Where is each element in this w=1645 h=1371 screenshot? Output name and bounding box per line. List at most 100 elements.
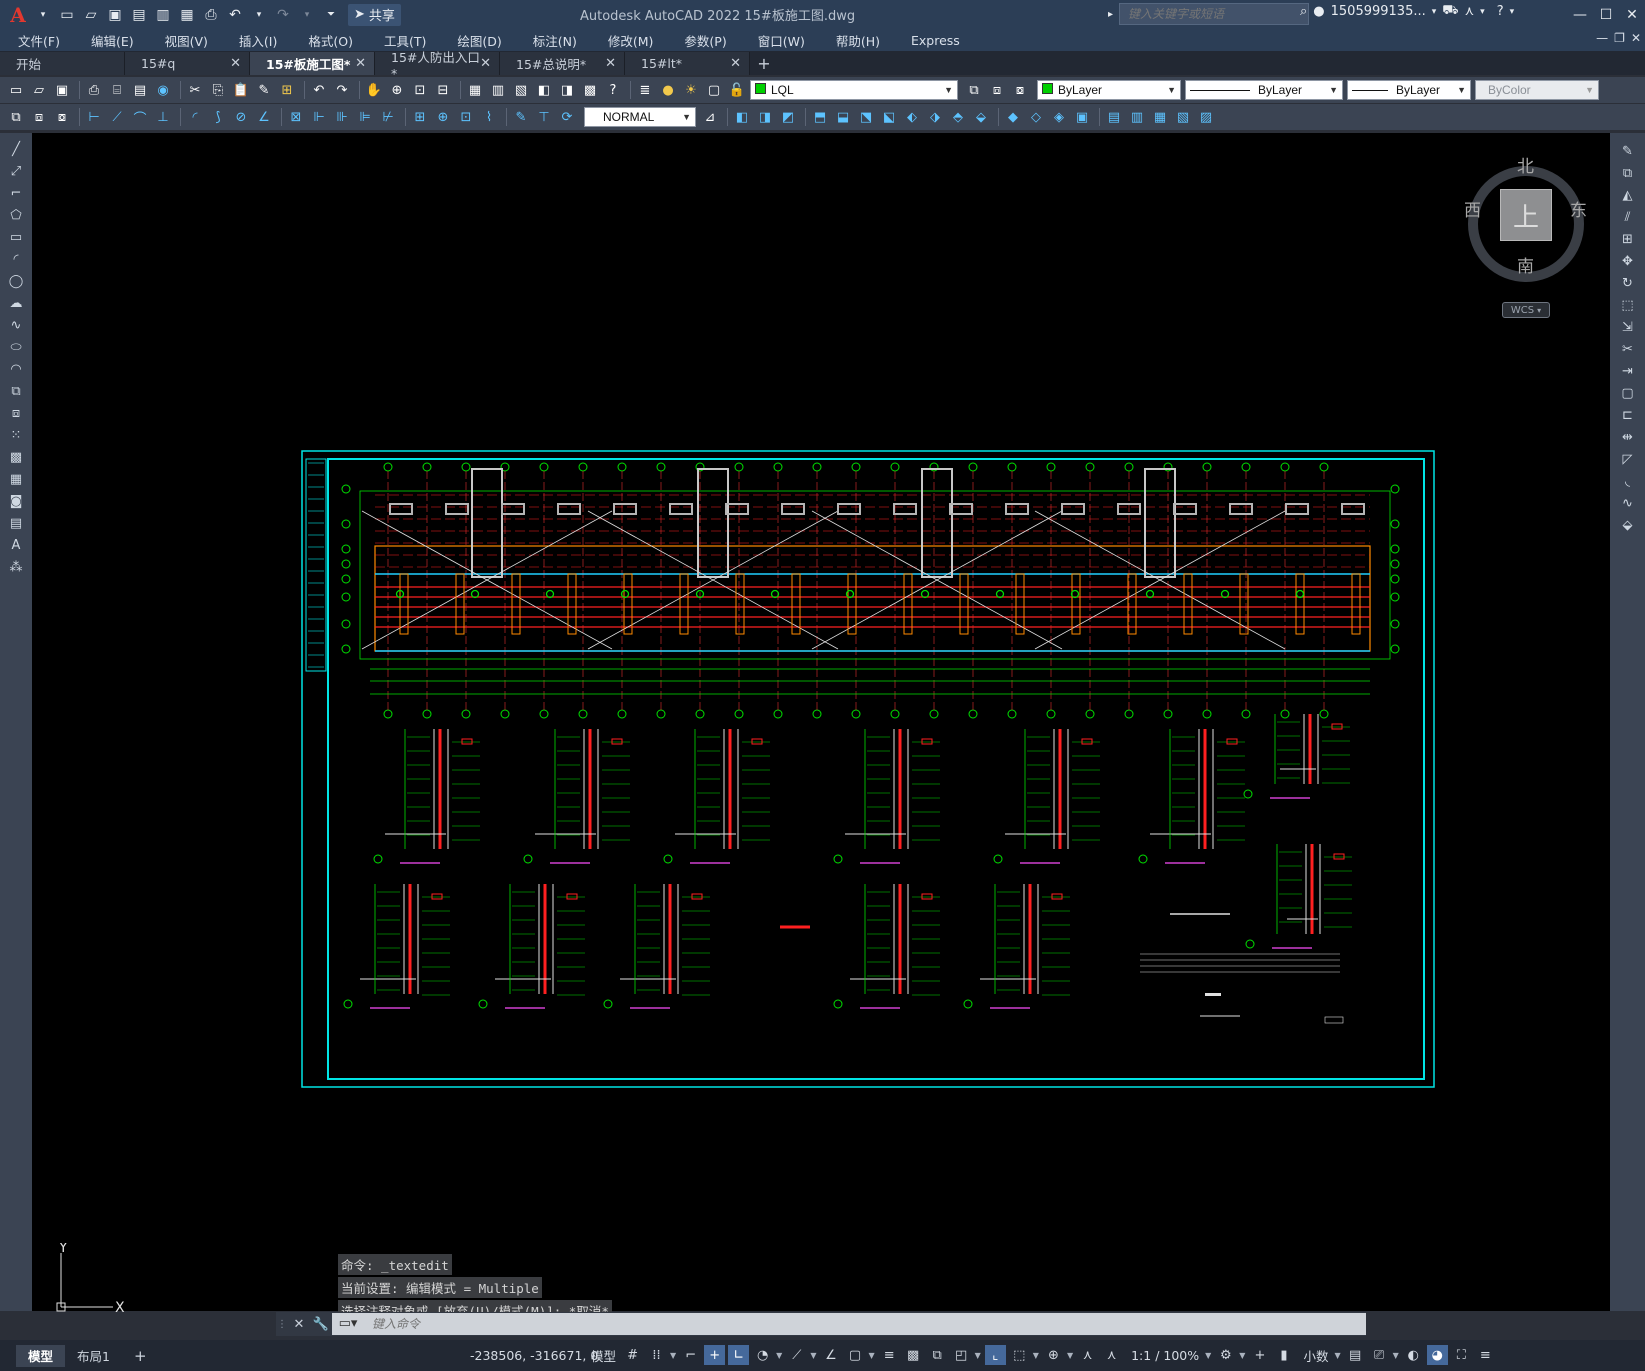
customization-icon[interactable]: ≡ [1475,1345,1496,1365]
snap-mode-icon[interactable]: ⁞⁞ [646,1345,667,1365]
minimize-icon[interactable]: — [1567,0,1593,29]
chevron-down-icon[interactable]: ▼ [1239,1351,1245,1360]
command-line-grip[interactable]: ⋮ [276,1319,288,1330]
paste-icon[interactable]: 📋 [231,80,251,100]
chevron-down-icon[interactable]: ▼ [776,1351,782,1360]
close-tab-icon[interactable]: ✕ [480,56,491,71]
tab-model[interactable]: 模型 [16,1344,66,1367]
layer-state-icon[interactable]: ⧇ [1010,80,1030,100]
arc-length-icon[interactable]: ⌒ [130,107,150,127]
menu-item[interactable]: 插入(I) [221,31,290,50]
customize-quick-access-icon[interactable]: ⏷ [320,4,342,26]
menu-item[interactable]: 标注(N) [515,31,590,50]
chevron-down-icon[interactable]: ▼ [1393,1351,1399,1360]
construction-line-icon[interactable]: ⤢ [5,161,27,181]
isometric-drafting-icon[interactable]: ⟋ [786,1345,807,1365]
hatch-icon[interactable]: ▩ [5,447,27,467]
search-input[interactable] [1119,3,1310,25]
user-icon[interactable]: ● [1313,4,1324,19]
zoom-window-icon[interactable]: ⊡ [410,80,430,100]
gizmo-icon[interactable]: ⊕ [1043,1345,1064,1365]
viewcube-top-face[interactable]: 上 [1500,189,1552,241]
file-tab[interactable]: 15#lt* ✕ [625,52,750,75]
taper-faces-icon[interactable]: ⬗ [925,107,945,127]
close-tab-icon[interactable]: ✕ [605,56,616,71]
cursor-coordinates[interactable]: -238506, -316671, 0 [470,1348,598,1363]
menu-item[interactable]: 参数(P) [666,31,739,50]
polyline-icon[interactable]: ⌐ [5,183,27,203]
plot-icon[interactable]: ⎙ [200,4,222,26]
tab-layout1[interactable]: 布局1 [65,1345,122,1367]
undo-icon[interactable]: ↶ [224,4,246,26]
compass-west[interactable]: 西 [1464,196,1481,221]
color-dropdown[interactable]: ByLayer ▼ [1037,80,1181,100]
stretch-icon[interactable]: ⇲ [1617,317,1639,337]
chamfer-icon[interactable]: ◸ [1617,449,1639,469]
chevron-down-icon[interactable]: ▼ [1334,1351,1340,1360]
spline-icon[interactable]: ∿ [5,315,27,335]
baseline-dimension-icon[interactable]: ⊩ [309,107,329,127]
compass-north[interactable]: 北 [1517,152,1534,177]
open-file-icon[interactable]: ▱ [80,4,102,26]
quick-properties-icon[interactable]: ▤ [1345,1345,1366,1365]
undo-icon[interactable]: ↶ [309,80,329,100]
break-icon[interactable]: ⊏ [1617,405,1639,425]
drawing-sheet[interactable] [300,449,1436,1089]
file-tab[interactable]: 15#q ✕ [125,52,250,75]
close-icon[interactable]: ✕ [1619,0,1645,29]
layer-tools-icon[interactable]: ⧉ [6,107,26,127]
search-expand-icon[interactable]: ▸ [1108,9,1113,20]
line-icon[interactable]: ╱ [5,139,27,159]
layer-viewport-icon[interactable]: ▢ [704,80,724,100]
markup-icon[interactable]: ◨ [557,80,577,100]
chevron-down-icon[interactable]: ▼ [810,1351,816,1360]
menu-item[interactable]: 视图(V) [147,31,221,50]
rectangle-icon[interactable]: ▭ [5,227,27,247]
grid-icon[interactable]: # [622,1345,643,1365]
pan-icon[interactable]: ✋ [364,80,384,100]
solid-edit-icon[interactable]: ▥ [1127,107,1147,127]
maximize-icon[interactable]: ☐ [1593,0,1619,29]
text-style-dropdown[interactable]: NORMAL ▼ [584,107,696,127]
erase-icon[interactable]: ✎ [1617,141,1639,161]
extend-icon[interactable]: ⇥ [1617,361,1639,381]
save-web-icon[interactable]: ▦ [176,4,198,26]
copy-faces-icon[interactable]: ⬘ [948,107,968,127]
file-tab[interactable]: 开始 [0,52,125,75]
inspection-icon[interactable]: ⊡ [456,107,476,127]
new-icon[interactable]: ▭ [6,80,26,100]
match-properties-icon[interactable]: ✎ [254,80,274,100]
scale-icon[interactable]: ⬚ [1617,295,1639,315]
object-snap-icon[interactable]: ▢ [844,1345,865,1365]
share-button[interactable]: ➤ 共享 [348,3,401,26]
close-icon[interactable]: ✕ [288,1317,310,1332]
3d-osnap-icon[interactable]: ◰ [951,1345,972,1365]
layer-thaw-icon[interactable]: ☀ [681,80,701,100]
design-center-icon[interactable]: ▥ [488,80,508,100]
menu-item[interactable]: 编辑(E) [73,31,147,50]
lineweight-icon[interactable]: ≡ [879,1345,900,1365]
copy-icon[interactable]: ⎘ [208,80,228,100]
autocad-logo-icon[interactable]: A [4,3,32,27]
dimension-edit-icon[interactable]: ✎ [511,107,531,127]
layer-dropdown[interactable]: LQL ▼ [750,80,958,100]
gradient-icon[interactable]: ▦ [5,469,27,489]
multiline-text-icon[interactable]: A [5,535,27,555]
chevron-down-icon[interactable]: ▼ [868,1351,874,1360]
plot-icon[interactable]: ⎙ [84,80,104,100]
auto-scale-icon[interactable]: ⋏ [1101,1345,1122,1365]
close-tab-icon[interactable]: ✕ [730,56,741,71]
shell-icon[interactable]: ▣ [1072,107,1092,127]
separate-icon[interactable]: ◈ [1049,107,1069,127]
cut-icon[interactable]: ✂ [185,80,205,100]
units-value[interactable]: 小数 [1303,1346,1328,1365]
point-icon[interactable]: ⁙ [5,425,27,445]
dynamic-input-icon[interactable]: + [704,1345,726,1365]
mirror-icon[interactable]: ◭ [1617,185,1639,205]
insert-block-icon[interactable]: ⧉ [5,381,27,401]
dimension-text-edit-icon[interactable]: ⊤ [534,107,554,127]
layer-walk-icon[interactable]: ⧇ [52,107,72,127]
modify-union-icon[interactable]: ◧ [732,107,752,127]
aligned-dimension-icon[interactable]: ⟋ [107,107,127,127]
add-layout-icon[interactable]: + [122,1345,159,1367]
